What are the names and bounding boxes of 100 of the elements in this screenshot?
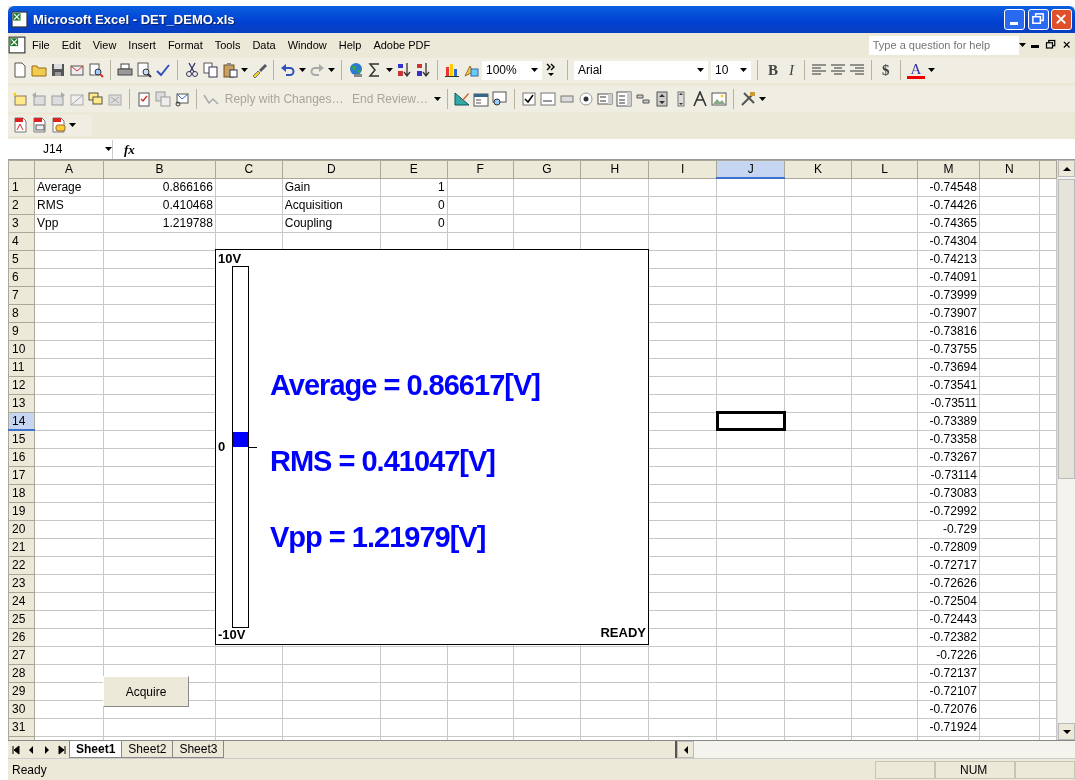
table-cell[interactable]: -0.74304	[917, 232, 980, 251]
table-cell[interactable]: -0.72717	[917, 556, 980, 575]
combo-box-icon[interactable]	[615, 90, 632, 107]
dropdown-arrow-icon[interactable]	[1018, 43, 1026, 48]
sort-descending-icon[interactable]	[415, 62, 431, 79]
checklist-icon[interactable]	[136, 90, 152, 107]
dropdown-arrow-icon[interactable]	[241, 68, 248, 73]
table-cell[interactable]: -0.72626	[917, 574, 980, 593]
table-cell[interactable]: Gain	[282, 178, 381, 197]
minimize-button[interactable]	[1003, 8, 1025, 30]
tools-icon[interactable]	[739, 90, 756, 107]
italic-button[interactable]: I	[785, 59, 798, 82]
active-cell[interactable]	[716, 412, 785, 431]
column-header[interactable]: H	[580, 160, 649, 179]
menu-item[interactable]: File	[26, 34, 56, 56]
bar-chart-icon[interactable]	[444, 62, 460, 79]
magnifier-icon[interactable]	[88, 62, 104, 79]
folder-icon[interactable]	[31, 62, 47, 79]
globe-icon[interactable]	[348, 62, 364, 79]
table-cell[interactable]: -0.74426	[917, 196, 980, 215]
font-color-button[interactable]: A	[906, 61, 926, 79]
menu-item[interactable]: View	[86, 34, 123, 56]
table-cell[interactable]: Coupling	[282, 214, 381, 233]
table-cell[interactable]: RMS	[34, 196, 104, 215]
table-cell[interactable]: Vpp	[34, 214, 104, 233]
close-button[interactable]	[1051, 8, 1073, 30]
design-mode-icon[interactable]	[453, 90, 470, 107]
paintbrush-icon[interactable]	[251, 62, 267, 79]
first-sheet-icon[interactable]	[10, 743, 21, 756]
scissors-icon[interactable]	[184, 62, 200, 79]
column-header[interactable]: I	[648, 160, 717, 179]
table-cell[interactable]: -0.72992	[917, 502, 980, 521]
table-cell[interactable]: -0.72137	[917, 664, 980, 683]
table-cell[interactable]: -0.73389	[917, 412, 980, 431]
spin-button-icon[interactable]	[653, 90, 670, 107]
table-cell[interactable]: 0.866166	[103, 178, 216, 197]
dropdown-arrow-icon[interactable]	[531, 68, 538, 73]
column-header[interactable]: G	[513, 160, 581, 179]
radio-button-icon[interactable]	[577, 90, 594, 107]
table-cell[interactable]: -0.74213	[917, 250, 980, 269]
table-cell[interactable]: -0.72504	[917, 592, 980, 611]
table-cell[interactable]: Acquisition	[282, 196, 381, 215]
table-cell[interactable]: -0.74365	[917, 214, 980, 233]
minimize-icon[interactable]	[1031, 45, 1040, 49]
table-cell[interactable]: 0	[380, 196, 448, 215]
table-cell[interactable]: -0.72076	[917, 700, 980, 719]
column-header[interactable]: M	[917, 160, 980, 179]
column-header[interactable]: K	[784, 160, 852, 179]
sheet-tab[interactable]: Sheet2	[121, 741, 174, 759]
checkbox-icon[interactable]	[520, 90, 537, 107]
table-cell[interactable]: -0.72443	[917, 610, 980, 629]
track-changes-icon[interactable]	[155, 90, 171, 107]
scroll-up-icon[interactable]	[1061, 164, 1072, 173]
column-header[interactable]: J	[716, 160, 785, 179]
new-document-icon[interactable]	[12, 62, 28, 79]
pdf-mail-icon[interactable]	[31, 117, 47, 134]
menu-item[interactable]: Edit	[55, 34, 87, 56]
currency-button[interactable]: $	[878, 59, 894, 82]
dropdown-arrow-icon[interactable]	[105, 147, 112, 152]
dropdown-arrow-icon[interactable]	[740, 68, 747, 73]
table-cell[interactable]: -0.73541	[917, 376, 980, 395]
table-cell[interactable]: -0.73755	[917, 340, 980, 359]
view-code-icon[interactable]	[491, 90, 508, 107]
table-cell[interactable]: -0.73083	[917, 484, 980, 503]
column-header[interactable]: B	[103, 160, 216, 179]
table-cell[interactable]: -0.73999	[917, 286, 980, 305]
table-cell[interactable]: -0.73114	[917, 466, 980, 485]
table-cell[interactable]: -0.73358	[917, 430, 980, 449]
bold-button[interactable]: B	[764, 59, 782, 82]
pdf-review-icon[interactable]	[50, 117, 66, 134]
printer-icon[interactable]	[117, 62, 133, 79]
undo-icon[interactable]	[280, 62, 296, 79]
table-cell[interactable]: -0.72107	[917, 682, 980, 701]
function-label[interactable]: fx	[113, 139, 146, 159]
table-cell[interactable]: -0.73267	[917, 448, 980, 467]
table-cell[interactable]: -0.73816	[917, 322, 980, 341]
table-cell[interactable]: -0.72809	[917, 538, 980, 557]
spellcheck-icon[interactable]	[155, 62, 171, 79]
copy-icon[interactable]	[203, 62, 219, 79]
table-cell[interactable]: 0.410468	[103, 196, 216, 215]
column-header[interactable]: E	[380, 160, 448, 179]
table-cell[interactable]: -0.73511	[917, 394, 980, 413]
table-cell[interactable]: 1	[380, 178, 448, 197]
restore-icon[interactable]	[1044, 39, 1057, 52]
table-cell[interactable]: -0.7226	[917, 646, 980, 665]
dropdown-arrow-icon[interactable]	[433, 96, 441, 101]
table-cell[interactable]: -0.71924	[917, 718, 980, 737]
font-size-dropdown[interactable]: 10	[711, 60, 751, 80]
dropdown-arrow-icon[interactable]	[328, 68, 335, 73]
sheet-tab[interactable]: Sheet1	[69, 741, 123, 759]
clipboard-icon[interactable]	[222, 62, 238, 79]
menu-item[interactable]: Insert	[122, 34, 162, 56]
menu-item[interactable]: Data	[246, 34, 282, 56]
sort-ascending-icon[interactable]	[396, 62, 412, 79]
table-cell[interactable]: -0.74548	[917, 178, 980, 197]
scroll-down-icon[interactable]	[1061, 727, 1072, 736]
mail-reply-icon[interactable]	[174, 90, 190, 107]
table-cell[interactable]: Average	[34, 178, 104, 197]
table-cell[interactable]: 0	[380, 214, 448, 233]
sheet-tab[interactable]: Sheet3	[172, 741, 225, 759]
